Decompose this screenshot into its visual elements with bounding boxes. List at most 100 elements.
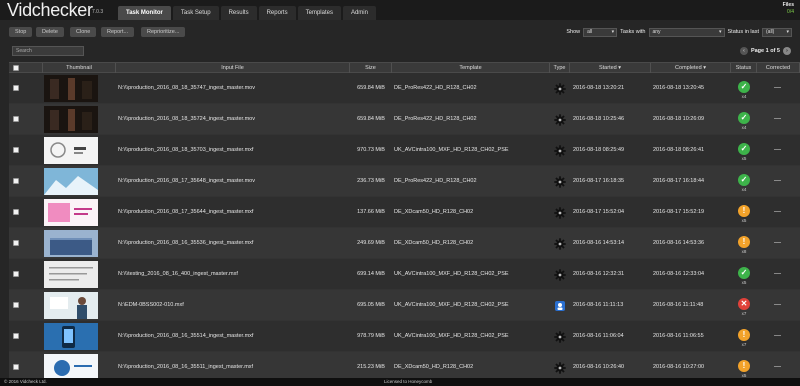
- page-indicator: Page 1 of 5: [750, 48, 780, 54]
- thumbnail-image: [44, 354, 98, 381]
- template-cell: UK_AVCintra100_MXF_HD_R128_CH02_PSE: [394, 147, 509, 153]
- table-row[interactable]: N:\\\production_2016_08_18_35703_ingest_…: [9, 135, 800, 166]
- table-row[interactable]: N:\\\production_2016_08_16_35514_ingest_…: [9, 321, 800, 352]
- completed-cell: 2016-08-18 10:26:09: [653, 116, 705, 122]
- row-checkbox[interactable]: [13, 178, 19, 184]
- prev-page-icon[interactable]: ‹: [739, 47, 748, 55]
- thumbnail-image: [44, 106, 98, 133]
- search-input[interactable]: Search: [12, 46, 84, 56]
- tab-templates[interactable]: Templates: [297, 6, 341, 20]
- corrected-cell: —: [774, 239, 781, 246]
- completed-cell: 2016-08-18 13:20:45: [653, 85, 705, 91]
- input-file-cell: N:\\\production_2016_08_18_35703_ingest_…: [118, 147, 254, 153]
- row-checkbox[interactable]: [13, 240, 19, 246]
- show-label: Show: [566, 29, 581, 35]
- row-checkbox[interactable]: [13, 209, 19, 215]
- completed-cell: 2016-08-16 12:33:04: [653, 271, 705, 277]
- size-cell: 249.69 MiB: [357, 240, 385, 246]
- started-cell: 2016-08-16 11:11:13: [573, 302, 624, 308]
- row-checkbox[interactable]: [13, 302, 19, 308]
- status-pass-icon[interactable]: ✓: [738, 267, 750, 279]
- row-checkbox[interactable]: [13, 147, 19, 153]
- top-bar: Vidchecker 7.0.3 Task Monitor Task Setup…: [0, 0, 800, 20]
- row-checkbox[interactable]: [13, 116, 19, 122]
- table-row[interactable]: N:\\\production_2016_08_18_35724_ingest_…: [9, 104, 800, 135]
- row-checkbox[interactable]: [13, 271, 19, 277]
- status-pass-icon[interactable]: ✓: [738, 174, 750, 186]
- status-pass-icon[interactable]: ✓: [738, 143, 750, 155]
- stop-button[interactable]: Stop: [9, 27, 33, 37]
- action-toolbar: Stop Delete Clone Report... Reprioritize…: [0, 26, 800, 40]
- issue-count: x7: [741, 342, 747, 347]
- status-warn-icon[interactable]: !: [738, 236, 750, 248]
- corrected-cell: —: [774, 146, 781, 153]
- tab-task-monitor[interactable]: Task Monitor: [118, 6, 171, 20]
- table-row[interactable]: N:\\\production_2016_08_17_35644_ingest_…: [9, 197, 800, 228]
- table-row[interactable]: N:\\\production_2016_08_18_35747_ingest_…: [9, 73, 800, 104]
- tab-reports[interactable]: Reports: [258, 6, 296, 20]
- size-cell: 137.66 MiB: [357, 209, 385, 215]
- started-cell: 2016-08-17 16:18:35: [573, 178, 625, 184]
- delete-button[interactable]: Delete: [36, 27, 64, 37]
- tab-results[interactable]: Results: [220, 6, 257, 20]
- tasks-with-select[interactable]: any: [648, 27, 725, 37]
- row-checkbox[interactable]: [13, 333, 19, 339]
- status-pass-icon[interactable]: ✓: [738, 112, 750, 124]
- header-started-label: Started: [598, 65, 617, 71]
- status-in-last-select[interactable]: (all): [762, 27, 792, 37]
- table-row[interactable]: N:\\\testing_2016_08_16_400_ingest_maste…: [9, 259, 800, 290]
- files-label: Files: [782, 2, 794, 8]
- corrected-cell: —: [774, 363, 781, 370]
- app-version: 7.0.3: [92, 9, 104, 15]
- next-page-icon[interactable]: ›: [783, 47, 791, 55]
- thumbnail-image: [44, 230, 98, 257]
- corrected-cell: —: [774, 84, 781, 91]
- tab-admin[interactable]: Admin: [342, 6, 376, 20]
- header-completed-label: Completed: [675, 65, 702, 71]
- input-file-cell: N:\\\production_2016_08_18_35747_ingest_…: [118, 85, 255, 91]
- status-warn-icon[interactable]: !: [738, 329, 750, 341]
- status-warn-icon[interactable]: !: [738, 205, 750, 217]
- size-cell: 236.73 MiB: [357, 178, 385, 184]
- thumbnail-image: [44, 168, 98, 195]
- gear-icon: [554, 176, 566, 188]
- gear-icon: [554, 269, 566, 281]
- files-count: 0/4: [787, 9, 794, 15]
- select-all-checkbox[interactable]: [13, 65, 19, 71]
- clone-button[interactable]: Clone: [70, 27, 97, 37]
- app-logo: Vidchecker: [7, 0, 93, 20]
- thumbnail-image: [44, 199, 98, 226]
- tasks-with-label: Tasks with: [620, 29, 646, 35]
- input-file-cell: N:\\\production_2016_08_16_35536_ingest_…: [118, 240, 254, 246]
- issue-count: x5: [741, 156, 747, 161]
- gear-icon: [554, 114, 566, 126]
- tab-task-setup[interactable]: Task Setup: [172, 6, 219, 20]
- person-icon: [554, 300, 566, 312]
- table-row[interactable]: N:\\\production_2016_08_16_35536_ingest_…: [9, 228, 800, 259]
- issue-count: x7: [741, 311, 747, 316]
- reprioritize-button[interactable]: Reprioritize...: [141, 27, 186, 37]
- corrected-cell: —: [774, 301, 781, 308]
- row-checkbox[interactable]: [13, 85, 19, 91]
- status-pass-icon[interactable]: ✓: [738, 81, 750, 93]
- template-cell: DE_ProRes422_HD_R128_CH02: [394, 178, 477, 184]
- table-row[interactable]: N:\EDM-0BSS002-010.mxf 695.05 MiB UK_AVC…: [9, 290, 800, 321]
- started-cell: 2016-08-17 15:52:04: [573, 209, 625, 215]
- status-warn-icon[interactable]: !: [738, 360, 750, 372]
- show-select[interactable]: all: [583, 27, 618, 37]
- started-cell: 2016-08-16 12:32:31: [573, 271, 625, 277]
- table-row[interactable]: N:\\\production_2016_08_17_35648_ingest_…: [9, 166, 800, 197]
- issue-count: x8: [741, 249, 747, 254]
- completed-cell: 2016-08-17 16:18:44: [653, 178, 705, 184]
- report-button[interactable]: Report...: [101, 27, 135, 37]
- pager: ‹ Page 1 of 5 ›: [737, 46, 794, 56]
- issue-count: x5: [741, 218, 747, 223]
- issue-count: x5: [741, 280, 747, 285]
- row-checkbox[interactable]: [13, 364, 19, 370]
- template-cell: DE_ProRes422_HD_R128_CH02: [394, 116, 477, 122]
- main-tabs: Task Monitor Task Setup Results Reports …: [118, 6, 378, 20]
- input-file-cell: N:\EDM-0BSS002-010.mxf: [118, 302, 184, 308]
- status-in-last-label: Status in last: [727, 29, 760, 35]
- thumbnail-image: [44, 261, 98, 288]
- status-fail-icon[interactable]: ✕: [738, 298, 750, 310]
